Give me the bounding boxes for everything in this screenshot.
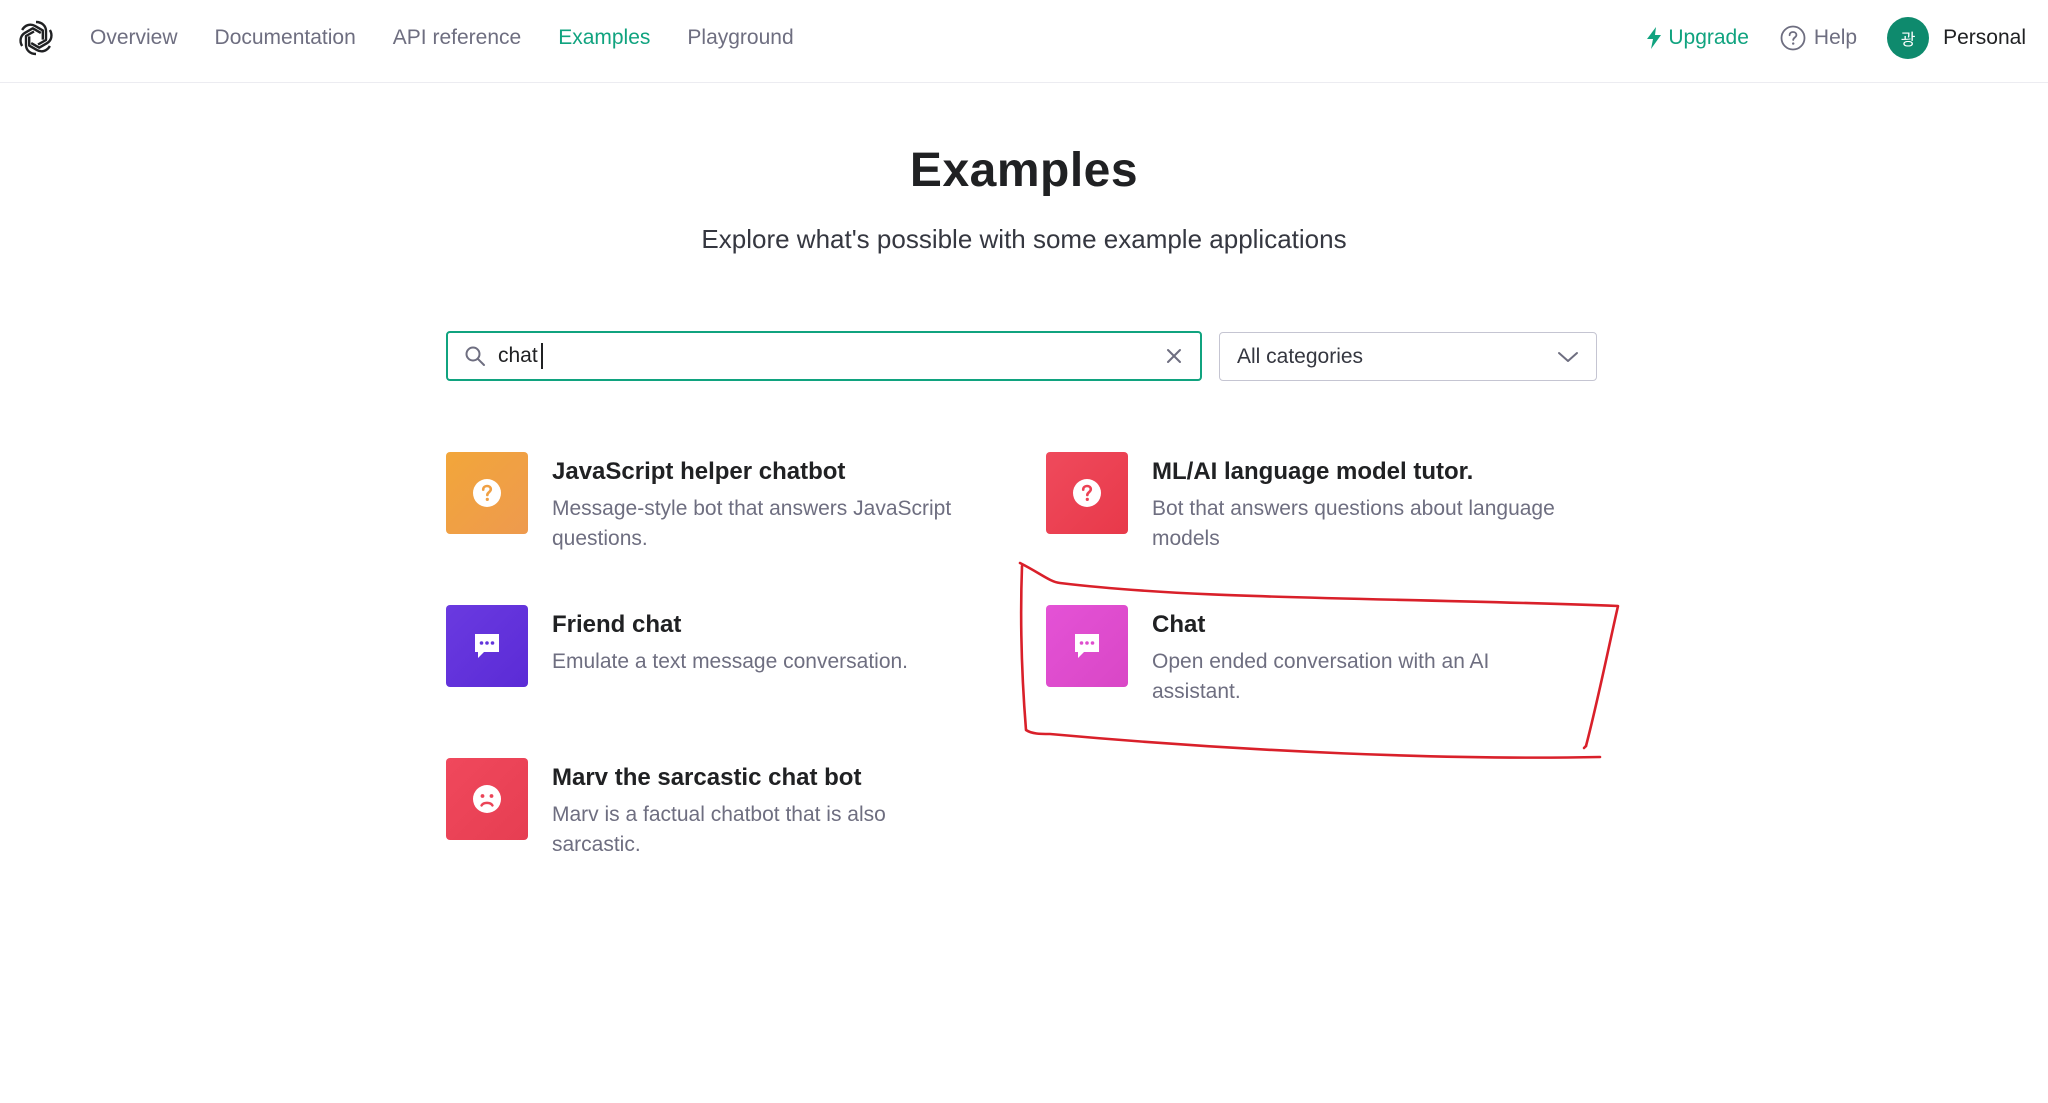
card-icon-tile: [446, 758, 528, 840]
openai-logo-icon[interactable]: [16, 18, 56, 58]
chat-bubble-icon: [475, 634, 499, 658]
example-card-marv-the-sarcastic-chat-bot[interactable]: Marv the sarcastic chat bot Marv is a fa…: [446, 758, 1006, 860]
card-description: Marv is a factual chatbot that is also s…: [552, 803, 886, 856]
page-title: Examples: [909, 144, 1139, 197]
search-input[interactable]: [498, 344, 542, 368]
category-select[interactable]: All categories: [1219, 332, 1597, 381]
card-description: Bot that answers questions about languag…: [1152, 497, 1555, 550]
card-description: Message-style bot that answers JavaScrip…: [552, 497, 952, 550]
account-menu[interactable]: 광 Personal: [1887, 17, 2026, 59]
card-title: JavaScript helper chatbot: [552, 458, 846, 485]
card-icon-tile: [1046, 452, 1128, 534]
upgrade-label: Upgrade: [1668, 26, 1749, 49]
card-title: ML/AI language model tutor.: [1152, 458, 1474, 485]
chat-bubble-icon: [1075, 634, 1099, 658]
card-body: Friend chat Emulate a text message conve…: [552, 605, 908, 687]
main-nav-links: Overview Documentation API reference Exa…: [90, 0, 794, 76]
page-subtitle: Explore what's possible with some exampl…: [701, 224, 1347, 254]
example-card-friend-chat[interactable]: Friend chat Emulate a text message conve…: [446, 605, 1006, 687]
example-card-javascript-helper-chatbot[interactable]: JavaScript helper chatbot Message-style …: [446, 452, 1006, 554]
help-circle-icon: [1780, 25, 1806, 51]
nav-link-overview[interactable]: Overview: [90, 26, 178, 50]
chevron-down-icon: [1558, 351, 1578, 362]
lightning-bolt-icon: [1647, 27, 1662, 49]
card-body: ML/AI language model tutor. Bot that ans…: [1152, 452, 1555, 554]
question-icon: [473, 479, 501, 507]
clear-search-icon[interactable]: [1164, 346, 1184, 366]
card-icon-tile: [446, 452, 528, 534]
card-description: Emulate a text message conversation.: [552, 650, 909, 673]
question-icon: [1073, 479, 1101, 507]
card-title: Marv the sarcastic chat bot: [552, 764, 862, 791]
text-cursor: [541, 343, 543, 369]
upgrade-button[interactable]: Upgrade: [1646, 26, 1749, 50]
search-box[interactable]: [446, 331, 1202, 381]
card-title: Chat: [1152, 611, 1206, 638]
nav-link-playground[interactable]: Playground: [687, 26, 793, 50]
card-description: Open ended conversation with an AI assis…: [1152, 650, 1490, 703]
nav-link-examples[interactable]: Examples: [558, 26, 650, 50]
category-select-value: All categories: [1237, 344, 1364, 368]
top-navigation-bar: Overview Documentation API reference Exa…: [0, 0, 2048, 83]
card-title: Friend chat: [552, 611, 682, 638]
help-button[interactable]: Help: [1780, 25, 1857, 51]
example-card-ml-ai-language-model-tutor[interactable]: ML/AI language model tutor. Bot that ans…: [1046, 452, 1606, 554]
card-body: Marv the sarcastic chat bot Marv is a fa…: [552, 758, 886, 860]
nav-right-group: Upgrade Help 광 Personal: [1646, 0, 2026, 76]
nav-link-documentation[interactable]: Documentation: [215, 26, 356, 50]
card-icon-tile: [1046, 605, 1128, 687]
card-icon-tile: [446, 605, 528, 687]
account-label: Personal: [1943, 26, 2026, 49]
example-card-chat[interactable]: Chat Open ended conversation with an AI …: [1046, 605, 1606, 707]
frown-face-icon: [473, 785, 501, 813]
card-body: JavaScript helper chatbot Message-style …: [552, 452, 951, 554]
help-label: Help: [1813, 26, 1858, 49]
card-body: Chat Open ended conversation with an AI …: [1152, 605, 1489, 707]
avatar: 광: [1887, 17, 1930, 59]
nav-link-api-reference[interactable]: API reference: [393, 26, 521, 50]
search-icon: [465, 346, 485, 366]
